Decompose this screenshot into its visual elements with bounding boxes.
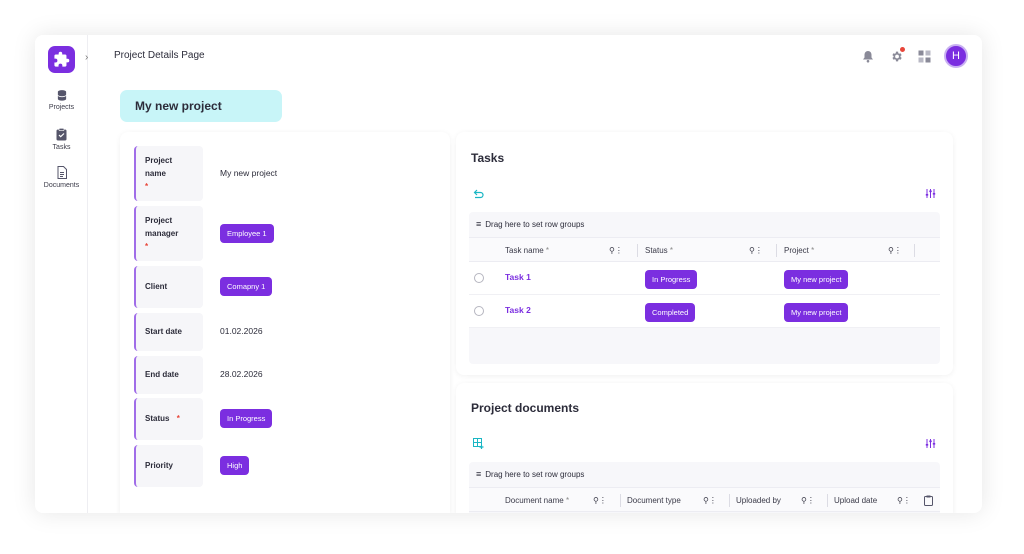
filter-icon[interactable]: ⚲⋮ [888, 238, 902, 263]
notification-dot [900, 47, 905, 52]
tasks-title: Tasks [471, 151, 505, 165]
clipboard-icon[interactable] [924, 495, 933, 506]
column-title: Document name [505, 496, 564, 505]
sidebar-item-label: Tasks [52, 144, 71, 151]
gear-icon[interactable] [888, 47, 905, 64]
manager-chip[interactable]: Employee 1 [220, 224, 274, 243]
status-chip[interactable]: In Progress [220, 409, 273, 428]
sidebar: Projects Tasks Documents [35, 35, 88, 513]
project-chip[interactable]: My new project [784, 270, 849, 289]
tasks-grid: ≡ Drag here to set row groups Task name *… [469, 212, 940, 364]
field-value[interactable]: 01.02.2026 [220, 326, 263, 336]
grid-header: Document name * ⚲⋮ Document type ⚲⋮ Uplo… [469, 487, 940, 512]
column-title: Project [784, 246, 809, 255]
filter-icon[interactable]: ⚲⋮ [593, 488, 607, 513]
document-icon [57, 166, 67, 179]
label-text: manager [145, 229, 179, 238]
group-hint: Drag here to set row groups [485, 220, 585, 229]
database-icon [57, 90, 66, 101]
field-label: End date [134, 356, 203, 394]
group-hint: Drag here to set row groups [485, 470, 585, 479]
field-value[interactable]: My new project [220, 168, 277, 178]
label-text: Project [145, 156, 173, 165]
apps-grid-icon[interactable] [916, 48, 932, 64]
client-chip[interactable]: Comapny 1 [220, 277, 273, 296]
status-chip[interactable]: Completed [645, 303, 696, 322]
clipboard-icon [56, 128, 67, 141]
project-chip[interactable]: My new project [784, 303, 849, 322]
field-label: Start date [134, 313, 203, 351]
documents-card: Project documents ≡ Drag here to set row … [456, 383, 953, 513]
column-header-status[interactable]: Status * [645, 238, 673, 263]
field-label: Priority [134, 445, 203, 487]
column-separator [827, 494, 828, 507]
column-settings-icon[interactable] [925, 438, 936, 449]
sidebar-item-label: Projects [48, 104, 75, 111]
sidebar-item-projects[interactable]: Projects [35, 90, 88, 111]
column-separator [729, 494, 730, 507]
column-header-task-name[interactable]: Task name * [505, 238, 549, 263]
label-text: Status [145, 414, 170, 423]
column-header-document-name[interactable]: Document name * [505, 488, 569, 513]
filter-icon[interactable]: ⚲⋮ [897, 488, 911, 513]
group-icon: ≡ [476, 469, 482, 479]
puzzle-icon [54, 51, 70, 67]
field-label: Project manager * [134, 206, 203, 261]
row-group-drop-zone[interactable]: ≡ Drag here to set row groups [469, 462, 940, 487]
table-row[interactable]: Task 2 Completed My new project [469, 295, 940, 328]
filter-icon[interactable]: ⚲⋮ [609, 238, 623, 263]
field-value[interactable]: 28.02.2026 [220, 369, 263, 379]
priority-chip[interactable]: High [220, 456, 250, 475]
column-title: Status [645, 246, 668, 255]
required-marker: * [145, 182, 149, 191]
task-name-link[interactable]: Task 2 [505, 305, 531, 315]
return-icon[interactable] [473, 189, 485, 199]
row-group-drop-zone[interactable]: ≡ Drag here to set row groups [469, 212, 940, 237]
page-title: Project Details Page [114, 50, 205, 61]
filter-icon[interactable]: ⚲⋮ [703, 488, 717, 513]
documents-grid: ≡ Drag here to set row groups Document na… [469, 462, 940, 513]
filter-icon[interactable]: ⚲⋮ [749, 238, 763, 263]
app-logo[interactable] [48, 46, 75, 73]
project-details-card: Project name * My new project Project ma… [120, 132, 450, 513]
column-separator [620, 494, 621, 507]
field-label: Status * [134, 398, 203, 440]
column-title: Task name [505, 246, 544, 255]
row-select-radio[interactable] [474, 273, 484, 283]
avatar[interactable]: H [944, 44, 968, 68]
field-label: Client [134, 266, 203, 308]
column-header-document-type[interactable]: Document type [627, 488, 681, 513]
required-marker: * [145, 242, 149, 251]
project-title-pill: My new project [120, 90, 282, 122]
sidebar-item-documents[interactable]: Documents [35, 166, 88, 189]
filter-icon[interactable]: ⚲⋮ [801, 488, 815, 513]
column-separator [914, 244, 915, 257]
label-text: name [145, 169, 166, 178]
column-header-uploaded-by[interactable]: Uploaded by [736, 488, 781, 513]
grid-header: Task name * ⚲⋮ Status * ⚲⋮ Project * ⚲⋮ [469, 237, 940, 262]
status-chip[interactable]: In Progress [645, 270, 698, 289]
row-select-radio[interactable] [474, 306, 484, 316]
bell-icon[interactable] [860, 48, 876, 64]
column-separator [776, 244, 777, 257]
add-table-icon[interactable] [473, 438, 484, 449]
column-header-upload-date[interactable]: Upload date [834, 488, 877, 513]
task-name-link[interactable]: Task 1 [505, 272, 531, 282]
sidebar-item-tasks[interactable]: Tasks [35, 128, 88, 151]
top-bar: Project Details Page H [88, 35, 982, 79]
app-window: Projects Tasks Documents › Project Detai… [35, 35, 982, 513]
group-icon: ≡ [476, 219, 482, 229]
field-label: Project name * [134, 146, 203, 201]
required-marker: * [176, 414, 180, 423]
column-settings-icon[interactable] [925, 188, 936, 199]
column-header-project[interactable]: Project * [784, 238, 814, 263]
label-text: Project [145, 216, 173, 225]
column-separator [637, 244, 638, 257]
top-actions: H [860, 44, 968, 68]
sidebar-item-label: Documents [43, 182, 80, 189]
tasks-card: Tasks ≡ Drag here to set row groups Task … [456, 132, 953, 375]
documents-title: Project documents [471, 401, 580, 415]
table-row[interactable]: Task 1 In Progress My new project [469, 262, 940, 295]
